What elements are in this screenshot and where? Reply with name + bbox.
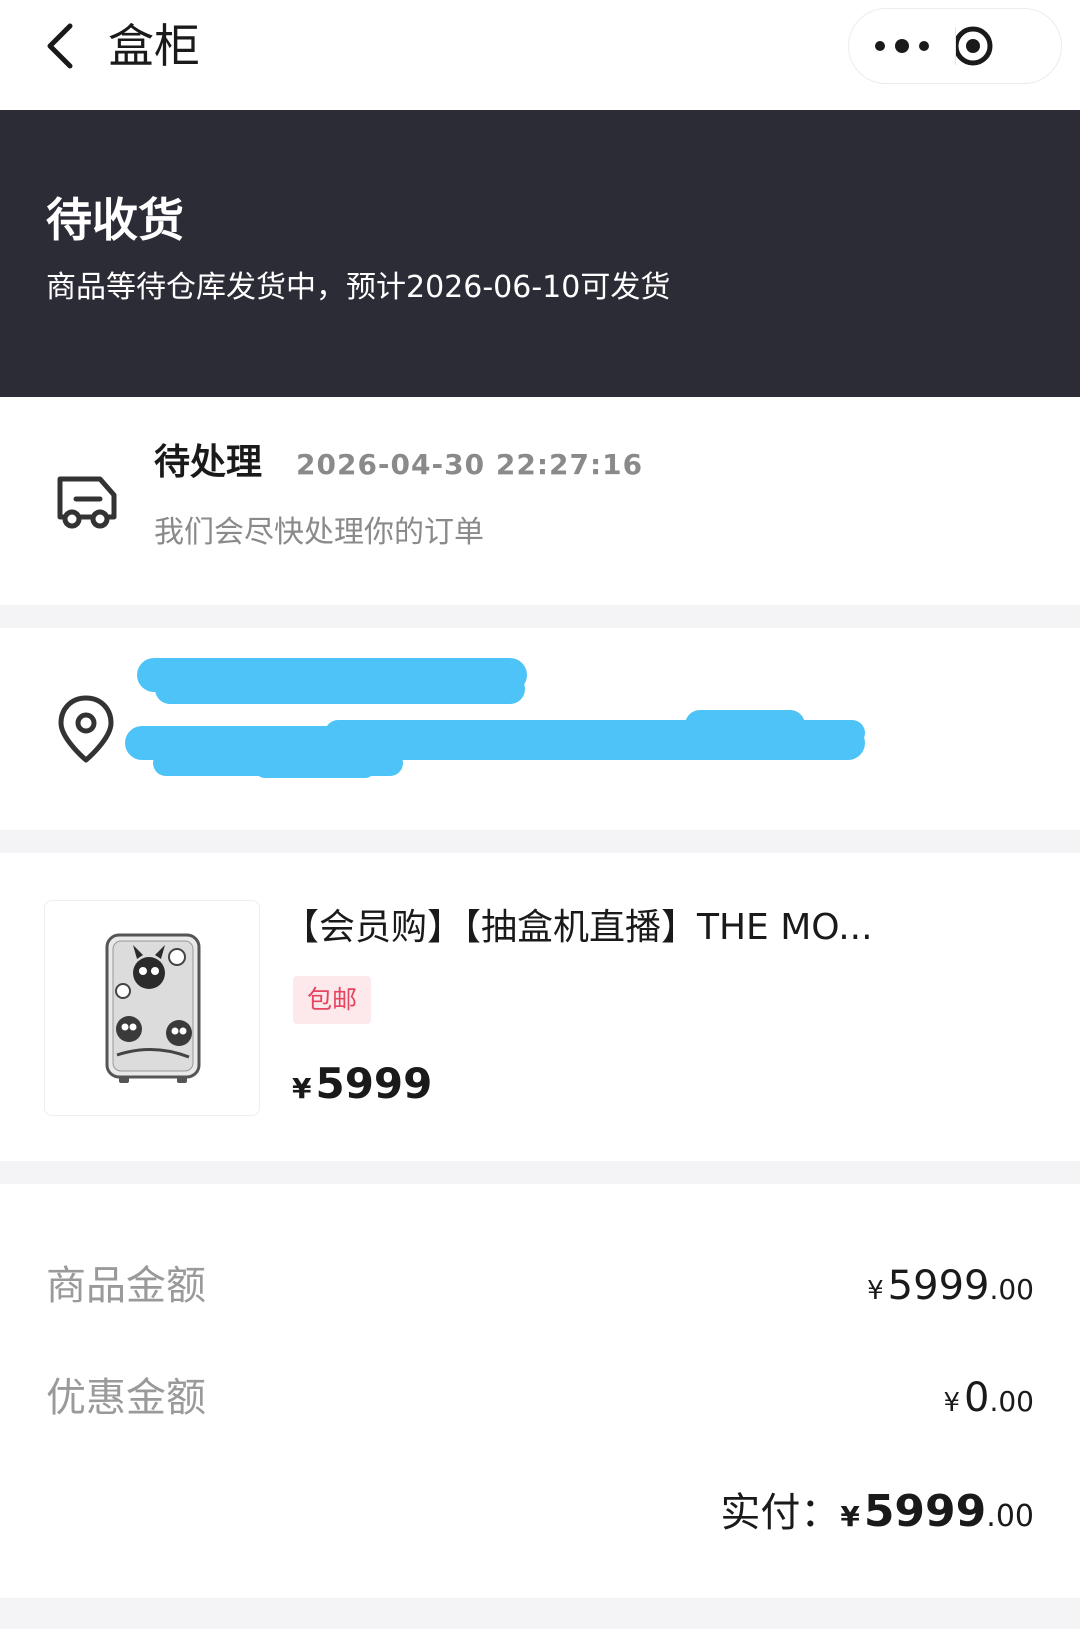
status-title: 待收货	[46, 193, 184, 247]
discount-amount-value: ¥0.00	[943, 1372, 1034, 1429]
paid-amount-value: ¥5999.00	[840, 1486, 1034, 1537]
currency-symbol: ¥	[867, 1276, 884, 1306]
location-pin-icon	[58, 695, 114, 763]
discount-amount-decimal: .00	[989, 1385, 1034, 1418]
product-price: ¥5999	[292, 1058, 432, 1115]
product-card[interactable]: 【会员购】【抽盒机直播】THE MO... 包邮 ¥5999	[0, 853, 1080, 1161]
goods-amount-value: ¥5999.00	[867, 1260, 1034, 1317]
target-circle-icon[interactable]	[956, 9, 1062, 83]
discount-amount-integer: 0	[964, 1375, 990, 1421]
mini-program-capsule	[848, 8, 1062, 84]
processing-card[interactable]: 待处理 2026-04-30 22:27:16 我们会尽快处理你的订单	[0, 397, 1080, 605]
address-card[interactable]	[0, 628, 1080, 830]
processing-time: 2026-04-30 22:27:16	[296, 448, 644, 481]
free-shipping-badge: 包邮	[293, 976, 372, 1024]
currency-symbol: ¥	[943, 1388, 961, 1418]
product-thumbnail[interactable]	[44, 900, 260, 1116]
order-status-banner: 待收货 商品等待仓库发货中，预计2026-06-10可发货	[0, 110, 1080, 397]
truck-icon	[57, 476, 117, 529]
paid-amount-integer: 5999	[863, 1486, 987, 1537]
paid-label: 实付：	[720, 1490, 841, 1536]
redacted-address	[125, 658, 865, 778]
paid-amount-row: 实付：¥5999.00	[720, 1484, 1034, 1549]
page-title: 盒柜	[108, 19, 200, 73]
suitcase-image	[105, 933, 201, 1083]
processing-status: 待处理	[154, 442, 263, 483]
product-title: 【会员购】【抽盒机直播】THE MO...	[283, 907, 873, 948]
currency-symbol: ¥	[840, 1500, 860, 1533]
status-subtitle: 商品等待仓库发货中，预计2026-06-10可发货	[46, 270, 671, 305]
price-value: 5999	[315, 1059, 433, 1108]
nav-bar: 盒柜	[0, 0, 1080, 110]
goods-amount-decimal: .00	[989, 1273, 1034, 1306]
processing-note: 我们会尽快处理你的订单	[154, 515, 484, 550]
goods-amount-integer: 5999	[887, 1263, 990, 1309]
currency-symbol: ¥	[292, 1072, 312, 1105]
discount-amount-label: 优惠金额	[46, 1375, 206, 1421]
paid-amount-decimal: .00	[986, 1499, 1034, 1534]
more-dots-icon[interactable]	[849, 9, 955, 83]
goods-amount-label: 商品金额	[46, 1263, 206, 1309]
chevron-left-icon[interactable]	[40, 20, 84, 72]
price-summary: 商品金额 ¥5999.00 优惠金额 ¥0.00 实付：¥5999.00	[0, 1184, 1080, 1598]
